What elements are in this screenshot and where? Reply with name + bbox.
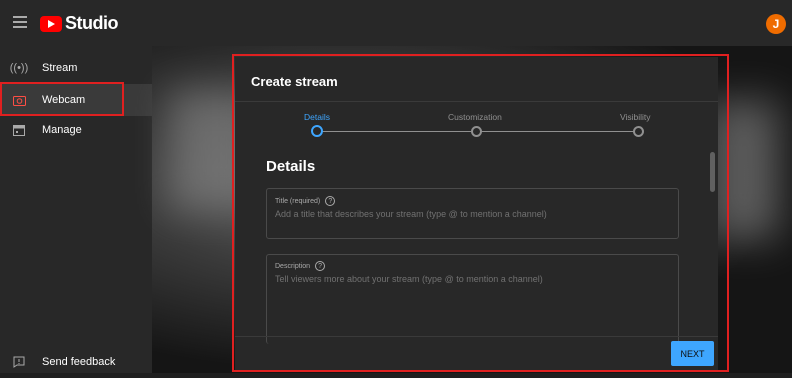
menu-icon[interactable] [13, 16, 27, 28]
calendar-icon [11, 122, 27, 138]
studio-logo[interactable]: Studio [40, 13, 119, 34]
avatar[interactable]: J [766, 14, 786, 34]
sidebar-item-label: Manage [42, 124, 82, 136]
sidebar-item-label: Send feedback [42, 356, 116, 368]
top-bar: Studio J [0, 0, 792, 46]
broadcast-icon: ((•)) [9, 62, 29, 74]
sidebar-item-label: Stream [42, 62, 78, 74]
send-feedback-button[interactable]: Send feedback [0, 346, 152, 378]
dialog-highlight-outline [232, 54, 729, 372]
youtube-play-icon [40, 15, 62, 32]
webcam-highlight-outline [0, 82, 124, 116]
feedback-icon [11, 354, 27, 370]
sidebar-item-manage[interactable]: Manage [0, 114, 152, 146]
app-title: Studio [65, 13, 119, 33]
sidebar-item-stream[interactable]: ((•)) Stream [0, 52, 152, 84]
